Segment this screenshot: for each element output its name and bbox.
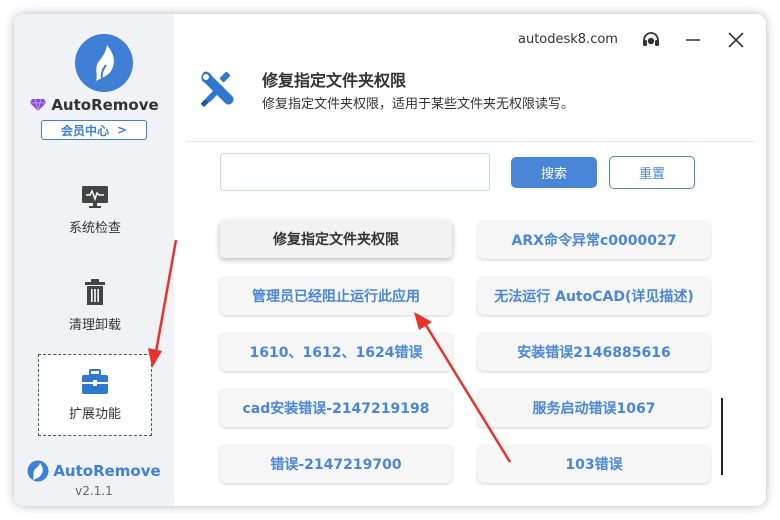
nav-clean-uninstall-label: 清理卸载 <box>68 317 121 333</box>
nav-clean-uninstall[interactable]: 清理卸载 <box>38 264 152 346</box>
toolbox-icon <box>82 368 108 394</box>
close-icon[interactable] <box>726 30 746 50</box>
version-label: v2.1.1 <box>75 484 113 498</box>
brand-name: AutoRemove <box>51 96 159 114</box>
nav-extensions-label: 扩展功能 <box>68 406 121 422</box>
version-block: AutoRemove v2.1.1 <box>14 460 174 498</box>
search-input[interactable] <box>220 153 490 191</box>
chevron-right-icon: > <box>116 123 128 137</box>
sidebar: AutoRemove 会员中心 > 系统检查 清理卸载 扩展功能 AutoRem… <box>14 14 174 506</box>
admin-blocked-app-button[interactable]: 管理员已经阻止运行此应用 <box>220 277 452 315</box>
wrench-screwdriver-icon <box>198 68 240 110</box>
member-center-label: 会员中心 <box>60 123 109 138</box>
page-title: 修复指定文件夹权限 <box>262 71 407 90</box>
brand-row: AutoRemove <box>14 94 174 116</box>
scrollbar[interactable] <box>721 398 723 475</box>
minimize-icon[interactable] <box>683 30 703 50</box>
app-logo <box>75 34 133 92</box>
cad-install-error-button[interactable]: cad安装错误-2147219198 <box>220 389 452 427</box>
service-start-error-button[interactable]: 服务启动错误1067 <box>478 389 710 427</box>
reset-button[interactable]: 重置 <box>609 156 695 189</box>
nav-system-check-label: 系统检查 <box>68 220 121 236</box>
error-103-button[interactable]: 103错误 <box>478 445 710 483</box>
install-error-2146885616-button[interactable]: 安装错误2146885616 <box>478 333 710 371</box>
header-divider <box>186 141 754 142</box>
fix-folder-permission-button[interactable]: 修复指定文件夹权限 <box>220 220 452 258</box>
site-link[interactable]: autodesk8.com <box>518 32 618 47</box>
error-2147219700-button[interactable]: 错误-2147219700 <box>220 445 452 483</box>
page-subtitle: 修复指定文件夹权限，适用于某些文件夹无权限读写。 <box>262 97 575 112</box>
error-1610-button[interactable]: 1610、1612、1624错误 <box>220 333 452 371</box>
cannot-run-autocad-button[interactable]: 无法运行 AutoCAD(详见描述) <box>478 277 710 315</box>
nav-extensions[interactable]: 扩展功能 <box>38 354 152 436</box>
search-button[interactable]: 搜索 <box>511 157 597 188</box>
footer-brand: AutoRemove <box>53 462 161 480</box>
headset-icon[interactable] <box>641 30 661 50</box>
gem-icon <box>30 98 47 112</box>
monitor-icon <box>82 185 108 208</box>
trash-icon <box>85 278 105 305</box>
flame-logo-icon <box>96 45 114 81</box>
member-center-button[interactable]: 会员中心 > <box>41 120 147 140</box>
flame-small-icon <box>27 460 49 482</box>
app-window: AutoRemove 会员中心 > 系统检查 清理卸载 扩展功能 AutoRem… <box>14 14 766 506</box>
arx-command-error-button[interactable]: ARX命令异常c0000027 <box>478 221 710 259</box>
nav-system-check[interactable]: 系统检查 <box>38 169 152 251</box>
